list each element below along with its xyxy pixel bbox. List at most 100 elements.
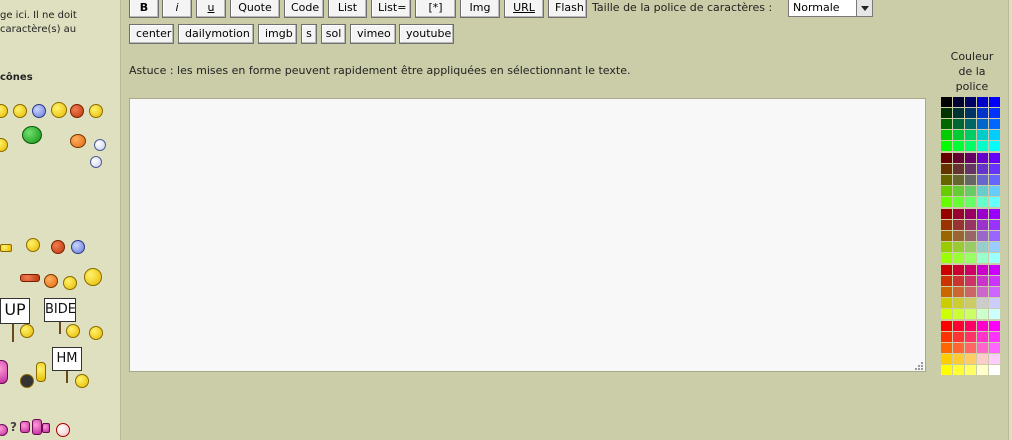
imgb-button[interactable]: imgb — [258, 24, 297, 44]
color-swatch[interactable] — [977, 242, 989, 253]
color-swatch[interactable] — [989, 108, 1001, 119]
color-swatch[interactable] — [989, 354, 1001, 365]
smiley-happy-icon[interactable] — [89, 326, 103, 340]
color-swatch[interactable] — [941, 153, 953, 164]
smiley-icon[interactable] — [0, 104, 8, 118]
smiley-pink-icon[interactable] — [42, 423, 50, 433]
color-swatch[interactable] — [965, 141, 977, 152]
underline-button[interactable]: u — [196, 0, 226, 18]
color-swatch[interactable] — [965, 309, 977, 320]
color-swatch[interactable] — [965, 108, 977, 119]
color-swatch[interactable] — [965, 220, 977, 231]
color-swatch[interactable] — [965, 197, 977, 208]
color-swatch[interactable] — [941, 164, 953, 175]
color-swatch[interactable] — [989, 309, 1001, 320]
color-swatch[interactable] — [977, 130, 989, 141]
smiley-eh-icon[interactable] — [63, 276, 77, 290]
smiley-cold-icon[interactable] — [32, 104, 46, 118]
sol-button[interactable]: sol — [321, 24, 346, 44]
color-swatch[interactable] — [953, 153, 965, 164]
smiley-sign-holder-icon[interactable] — [66, 324, 80, 338]
color-swatch[interactable] — [977, 108, 989, 119]
color-swatch[interactable] — [977, 220, 989, 231]
color-swatch[interactable] — [953, 332, 965, 343]
color-swatch[interactable] — [965, 354, 977, 365]
color-swatch[interactable] — [953, 309, 965, 320]
color-swatch[interactable] — [941, 220, 953, 231]
color-swatch[interactable] — [953, 108, 965, 119]
color-swatch[interactable] — [977, 298, 989, 309]
color-swatch[interactable] — [941, 309, 953, 320]
color-swatch[interactable] — [953, 175, 965, 186]
color-swatch[interactable] — [953, 97, 965, 108]
color-swatch[interactable] — [989, 276, 1001, 287]
color-swatch[interactable] — [965, 242, 977, 253]
color-swatch[interactable] — [965, 298, 977, 309]
smiley-question-icon[interactable] — [51, 102, 67, 118]
quote-button[interactable]: Quote — [230, 0, 280, 18]
color-swatch[interactable] — [941, 108, 953, 119]
smiley-dark-icon[interactable] — [20, 374, 34, 388]
color-swatch[interactable] — [941, 287, 953, 298]
smiley-cool-icon[interactable] — [0, 138, 8, 152]
color-swatch[interactable] — [965, 253, 977, 264]
color-swatch[interactable] — [953, 209, 965, 220]
color-swatch[interactable] — [965, 265, 977, 276]
resize-grip-icon[interactable] — [913, 360, 924, 371]
message-textarea[interactable] — [129, 98, 926, 372]
color-swatch[interactable] — [989, 365, 1001, 376]
smiley-pinocchio-icon[interactable] — [44, 274, 58, 288]
color-swatch[interactable] — [941, 242, 953, 253]
color-swatch[interactable] — [977, 97, 989, 108]
color-swatch[interactable] — [989, 321, 1001, 332]
color-swatch[interactable] — [977, 209, 989, 220]
color-swatch[interactable] — [965, 119, 977, 130]
font-size-select[interactable]: Normale — [788, 0, 873, 17]
color-swatch[interactable] — [965, 97, 977, 108]
color-swatch[interactable] — [989, 332, 1001, 343]
smiley-sign-holder-icon[interactable] — [75, 374, 89, 388]
color-swatch[interactable] — [977, 343, 989, 354]
color-swatch[interactable] — [989, 343, 1001, 354]
color-swatch[interactable] — [989, 253, 1001, 264]
color-swatch[interactable] — [965, 332, 977, 343]
smiley-pink-icon[interactable] — [0, 424, 8, 436]
youtube-button[interactable]: youtube — [399, 24, 454, 44]
smiley-sign-holder-icon[interactable] — [20, 324, 34, 338]
color-swatch[interactable] — [965, 276, 977, 287]
color-swatch[interactable] — [989, 153, 1001, 164]
smiley-rifle-icon[interactable] — [20, 274, 40, 282]
color-swatch[interactable] — [965, 343, 977, 354]
list-button[interactable]: List — [328, 0, 367, 18]
color-swatch[interactable] — [953, 321, 965, 332]
color-swatch[interactable] — [953, 220, 965, 231]
color-swatch[interactable] — [953, 276, 965, 287]
smiley-grin-icon[interactable] — [94, 139, 106, 151]
smiley-love-icon[interactable] — [51, 240, 65, 254]
code-button[interactable]: Code — [284, 0, 324, 18]
color-swatch[interactable] — [989, 164, 1001, 175]
color-swatch[interactable] — [989, 287, 1001, 298]
color-swatch[interactable] — [941, 365, 953, 376]
color-swatch[interactable] — [977, 175, 989, 186]
smiley-wink-icon[interactable] — [90, 156, 102, 168]
color-swatch[interactable] — [953, 354, 965, 365]
color-swatch[interactable] — [965, 175, 977, 186]
smiley-ball-icon[interactable] — [71, 240, 85, 254]
smiley-pink-icon[interactable] — [32, 419, 42, 435]
color-swatch[interactable] — [977, 365, 989, 376]
chevron-down-icon[interactable] — [856, 0, 872, 16]
smiley-hand-icon[interactable] — [36, 362, 46, 382]
color-swatch[interactable] — [989, 175, 1001, 186]
color-swatch[interactable] — [989, 209, 1001, 220]
strike-button[interactable]: s — [301, 24, 317, 44]
color-swatch[interactable] — [989, 242, 1001, 253]
color-swatch[interactable] — [977, 231, 989, 242]
color-swatch[interactable] — [989, 119, 1001, 130]
color-swatch[interactable] — [977, 186, 989, 197]
color-swatch[interactable] — [989, 220, 1001, 231]
color-swatch[interactable] — [977, 119, 989, 130]
vimeo-button[interactable]: vimeo — [350, 24, 396, 44]
color-swatch[interactable] — [941, 332, 953, 343]
color-swatch[interactable] — [977, 197, 989, 208]
